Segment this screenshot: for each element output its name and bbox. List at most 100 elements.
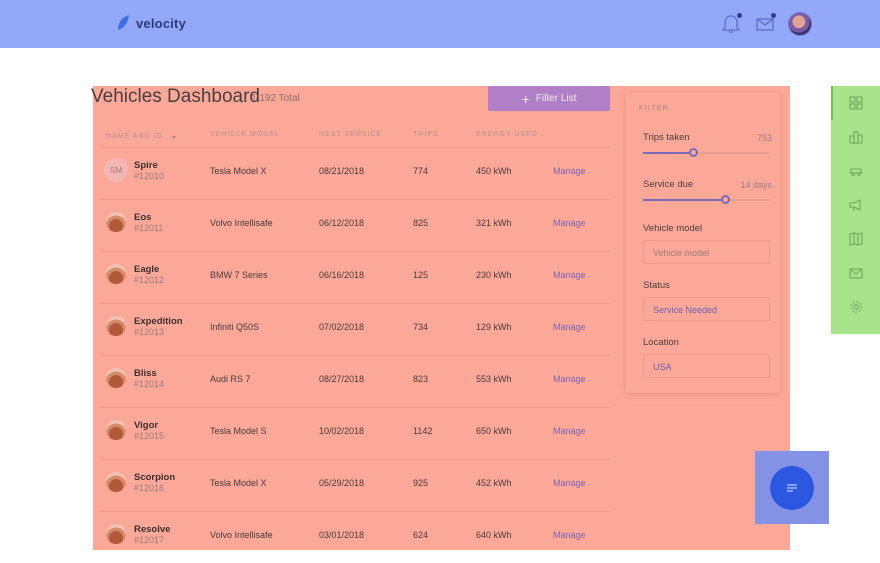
bell-icon[interactable] [720, 13, 742, 35]
plus-icon: + [521, 90, 530, 107]
dashboard-icon[interactable] [849, 96, 863, 110]
table-row[interactable]: Eos #12011 Volvo Intellisafe 06/12/2018 825 3… [100, 199, 610, 251]
megaphone-icon[interactable] [849, 198, 863, 212]
mail-icon[interactable] [849, 266, 863, 280]
vehicle-model: Audi RS 7 [210, 374, 251, 384]
table-row[interactable]: Scorpion #12016 Tesla Model X 05/29/2018 925… [100, 459, 610, 511]
chevron-down-icon[interactable]: ⌄ [171, 131, 179, 140]
vehicle-model: Volvo Intellisafe [210, 530, 273, 540]
table-row[interactable]: Bliss #12014 Audi RS 7 08/27/2018 823 553 kWh… [100, 355, 610, 407]
vehicle-id: #12013 [134, 327, 165, 337]
settings-icon[interactable] [849, 300, 863, 314]
filter-panel: FILTER Trips taken 753 Service due 14 da… [626, 93, 780, 393]
energy-used: 553 kWh [476, 374, 512, 384]
car-icon[interactable] [849, 164, 863, 178]
table-row[interactable]: Vigor #12015 Tesla Model S 10/02/2018 1142 65… [100, 407, 610, 459]
map-icon[interactable] [849, 232, 863, 246]
vehicle-avatar [106, 472, 126, 492]
service-due-slider[interactable] [643, 195, 770, 204]
brand-name: velocity [136, 15, 187, 31]
slider-handle[interactable] [688, 148, 698, 157]
trips: 1142 [413, 426, 433, 436]
vehicle-avatar [106, 368, 126, 388]
slider-handle[interactable] [720, 195, 730, 204]
next-service: 10/02/2018 [319, 426, 365, 436]
mail-icon[interactable] [754, 13, 776, 35]
vehicle-model-label: Vehicle model [643, 223, 703, 234]
slider-fill [643, 152, 694, 154]
trips-taken-slider[interactable] [643, 148, 770, 157]
vehicle-avatar [106, 264, 126, 284]
next-service: 08/21/2018 [319, 166, 365, 176]
manage-link[interactable]: Manage [553, 426, 586, 436]
total-count: 1 192 Total [251, 93, 300, 104]
trips-taken-label: Trips taken [643, 132, 690, 143]
user-avatar[interactable] [788, 12, 812, 36]
energy-used: 129 kWh [476, 322, 512, 332]
vehicle-name: Spire [134, 160, 158, 171]
manage-link[interactable]: Manage [553, 166, 586, 176]
trips: 823 [413, 374, 429, 384]
buildings-icon[interactable] [849, 130, 863, 144]
active-indicator [831, 86, 833, 120]
table-row[interactable]: Resolve #12017 Volvo Intellisafe 03/01/2018… [100, 511, 610, 563]
table-row[interactable]: Eagle #12012 BMW 7 Series 06/16/2018 125 230 … [100, 251, 610, 303]
slider-fill [643, 199, 726, 201]
column-header-model: VEHICLE MODEL [210, 131, 280, 138]
status-label: Status [643, 280, 670, 291]
manage-link[interactable]: Manage [553, 478, 586, 488]
list-icon [787, 484, 797, 492]
notification-dot [737, 13, 742, 18]
column-header-trips: TRIPS [413, 131, 439, 138]
trips: 925 [413, 478, 429, 488]
manage-link[interactable]: Manage [553, 218, 586, 228]
filter-list-label: Filter List [535, 93, 577, 104]
table-row[interactable]: SM Spire #12010 Tesla Model X 08/21/2018 774 4… [100, 147, 610, 199]
vehicle-name: Eagle [134, 264, 160, 275]
trips: 825 [413, 218, 429, 228]
trips: 734 [413, 322, 429, 332]
energy-used: 650 kWh [476, 426, 512, 436]
service-due-label: Service due [643, 179, 694, 190]
filter-list-button[interactable]: + Filter List [488, 86, 610, 111]
top-bar: velocity [0, 0, 880, 48]
vehicle-id: #12011 [134, 223, 164, 233]
next-service: 07/02/2018 [319, 322, 365, 332]
next-service: 08/27/2018 [319, 374, 365, 384]
column-header-service: NEXT SERVICE [319, 131, 383, 138]
energy-used: 450 kWh [476, 166, 512, 176]
next-service: 05/29/2018 [319, 478, 365, 488]
next-service: 06/16/2018 [319, 270, 365, 280]
right-sidebar [831, 86, 880, 334]
manage-link[interactable]: Manage [553, 374, 586, 384]
trips: 774 [413, 166, 429, 176]
energy-used: 230 kWh [476, 270, 512, 280]
location-label: Location [643, 337, 679, 348]
vehicle-avatar [106, 316, 126, 336]
manage-link[interactable]: Manage [553, 530, 586, 540]
manage-link[interactable]: Manage [553, 322, 586, 332]
location-input[interactable]: USA [643, 354, 770, 378]
menu-fab-button[interactable] [770, 466, 814, 510]
vehicle-model: Volvo Intellisafe [210, 218, 273, 228]
vehicle-name: Bliss [134, 368, 157, 379]
vehicle-model: Tesla Model S [210, 426, 267, 436]
vehicle-name: Expedition [134, 316, 183, 327]
column-header-name[interactable]: NAME AND ID ⌄ [106, 131, 178, 140]
vehicle-id: #12012 [134, 275, 165, 285]
next-service: 06/12/2018 [319, 218, 365, 228]
energy-used: 321 kWh [476, 218, 512, 228]
service-due-value: 14 days [740, 180, 772, 190]
brand-logo[interactable]: velocity [116, 14, 186, 32]
table-row[interactable]: Expedition #12013 Infiniti Q50S 07/02/2018 7… [100, 303, 610, 355]
status-input[interactable]: Service Needed [643, 297, 770, 321]
manage-link[interactable]: Manage [553, 270, 586, 280]
trips-taken-value: 753 [756, 133, 772, 143]
energy-used: 640 kWh [476, 530, 512, 540]
vehicle-id: #12017 [134, 535, 165, 545]
vehicle-id: #12015 [134, 431, 165, 441]
vehicle-avatar [106, 212, 126, 232]
vehicle-model-input[interactable]: Vehicle model [643, 240, 770, 264]
column-header-energy: ENERGY USED [476, 131, 538, 138]
vehicle-model: Tesla Model X [210, 166, 267, 176]
